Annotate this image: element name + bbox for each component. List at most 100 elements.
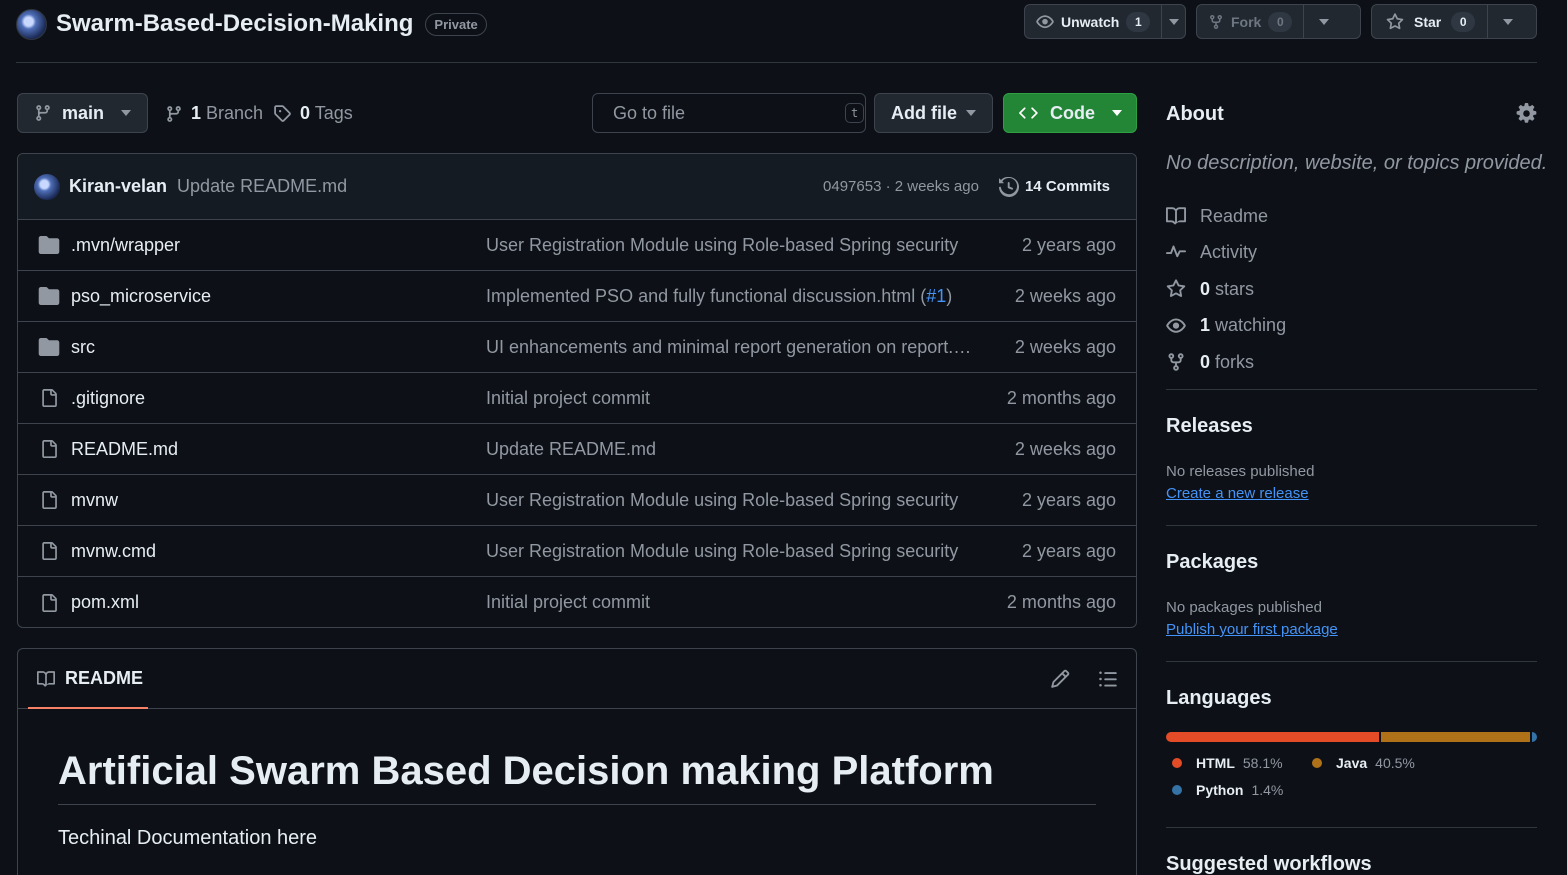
file-icon [38,593,60,613]
file-commit-text: Initial project commit [486,387,651,408]
file-row[interactable]: pom.xml Initial project commit 2 months ag… [18,577,1136,627]
repo-owner-avatar[interactable] [16,8,47,40]
tags-label: Tags [314,103,353,123]
file-commit-message[interactable]: UI enhancements and minimal report gener… [486,337,1015,358]
languages-title: Languages [1166,687,1272,709]
about-item-forks[interactable]: 0 forks [1166,344,1286,381]
file-name[interactable]: mvnw.cmd [71,541,486,562]
list-icon[interactable] [1098,669,1118,689]
branch-icon [36,105,50,121]
about-item-stars[interactable]: 0 stars [1166,271,1286,308]
about-item-watching[interactable]: 1 watching [1166,308,1286,345]
file-commit-date: 2 months ago [1006,387,1116,408]
releases-title[interactable]: Releases [1166,415,1253,438]
commit-author-avatar[interactable] [34,173,60,200]
fork-count: 0 [1268,11,1293,32]
caret-down-icon [1502,18,1513,25]
tags-count: 0 [300,103,311,123]
file-row[interactable]: .gitignore Initial project commit 2 months… [18,373,1136,424]
branch-selector[interactable]: main [17,93,148,133]
about-item-label: Readme [1200,205,1269,226]
readme-tab[interactable]: README [36,668,143,689]
add-file-button[interactable]: Add file [874,93,993,133]
file-commit-message[interactable]: User Registration Module using Role-base… [486,541,1022,562]
star-label: Star [1414,13,1442,30]
file-row[interactable]: .mvn/wrapper User Registration Module usi… [18,220,1136,271]
file-name[interactable]: .mvn/wrapper [71,235,486,256]
file-commit-message[interactable]: User Registration Module using Role-base… [486,235,1022,256]
fork-dropdown-button[interactable] [1303,5,1343,38]
packages-title[interactable]: Packages [1166,551,1258,574]
repo-name[interactable]: Swarm-Based-Decision-Making [56,10,413,38]
pencil-icon[interactable] [1050,669,1070,689]
file-commit-message[interactable]: Update README.md [486,439,1015,460]
file-commit-date: 2 months ago [1006,592,1116,612]
watch-dropdown-button[interactable] [1161,5,1185,38]
file-commit-date: 2 weeks ago [1014,285,1116,306]
suggested-workflows-title: Suggested workflows [1166,853,1372,875]
file-row[interactable]: mvnw User Registration Module using Role-… [18,475,1136,526]
tags-link[interactable]: 0 Tags [273,103,353,124]
publish-package-link[interactable]: Publish your first package [1166,621,1338,638]
about-item-label: stars [1215,278,1255,299]
about-item-Readme[interactable]: Readme [1166,198,1286,235]
file-commit-message[interactable]: Implemented PSO and fully functional dis… [486,286,1015,307]
create-release-link[interactable]: Create a new release [1166,485,1309,502]
watch-label: Unwatch [1061,13,1120,30]
file-name[interactable]: .gitignore [71,388,486,409]
commit-author[interactable]: Kiran-velan [69,176,167,197]
commit-message[interactable]: Update README.md [177,176,347,197]
file-name[interactable]: pso_microservice [71,286,486,307]
language-item-python[interactable]: Python 1.4% [1172,782,1283,798]
latest-commit-bar: Kiran-velan Update README.md 0497653 · 2… [18,154,1136,220]
star-button[interactable]: Star 0 [1372,5,1487,38]
readme-paragraph: Techinal Documentation here [58,827,318,849]
language-bar [1166,732,1537,742]
file-name[interactable]: README.md [71,439,486,460]
file-commit-message[interactable]: Initial project commit [486,388,1007,409]
watch-button[interactable]: Unwatch 1 [1025,5,1161,38]
about-item-label: Activity [1200,242,1258,263]
readme-tab-underline [28,707,148,709]
folder-icon [38,287,60,305]
file-commit-message[interactable]: User Registration Module using Role-base… [486,490,1022,511]
file-commit-text: Implemented PSO and fully functional dis… [486,285,927,306]
file-name[interactable]: mvnw [71,490,486,511]
eye-icon [1036,14,1054,28]
star-count: 0 [1451,11,1476,32]
star-icon [1386,12,1404,29]
file-commit-date: 2 years ago [1021,234,1116,255]
language-percent: 40.5% [1375,755,1415,771]
pull-request-link[interactable]: #1 [926,286,946,306]
eye-icon [1166,318,1186,333]
gear-icon[interactable] [1516,103,1537,124]
sidebar-divider [1166,661,1537,662]
file-row[interactable]: mvnw.cmd User Registration Module using R… [18,526,1136,577]
fork-button[interactable]: Fork 0 [1197,5,1303,38]
releases-empty-text: No releases published [1166,463,1315,480]
sidebar-divider [1166,827,1537,828]
file-row[interactable]: README.md Update README.md 2 weeks ago [18,424,1136,475]
commit-hash-time[interactable]: 0497653 · 2 weeks ago [823,178,979,195]
caret-down-icon [1112,110,1122,116]
about-item-Activity[interactable]: Activity [1166,235,1286,272]
visibility-badge: Private [425,12,487,36]
file-name[interactable]: pom.xml [71,592,486,613]
language-item-html[interactable]: HTML 58.1% [1172,755,1283,771]
language-item-java[interactable]: Java 40.5% [1312,755,1415,771]
file-commit-date: 2 weeks ago [1014,336,1116,357]
about-title: About [1166,103,1224,125]
file-icon [38,439,60,459]
file-name[interactable]: src [71,337,486,358]
branches-link[interactable]: 1 Branch [165,103,263,124]
search-shortcut-key: t [845,103,865,123]
file-row[interactable]: pso_microservice Implemented PSO and full… [18,271,1136,322]
language-percent: 1.4% [1251,782,1284,798]
code-button[interactable]: Code [1003,93,1137,133]
commits-link[interactable]: 14 Commits [998,176,1110,197]
file-commit-message[interactable]: Initial project commit [486,592,1007,613]
go-to-file-input[interactable] [613,102,845,124]
star-dropdown-button[interactable] [1487,5,1527,38]
file-row[interactable]: src UI enhancements and minimal report ge… [18,322,1136,373]
book-icon [37,670,55,687]
